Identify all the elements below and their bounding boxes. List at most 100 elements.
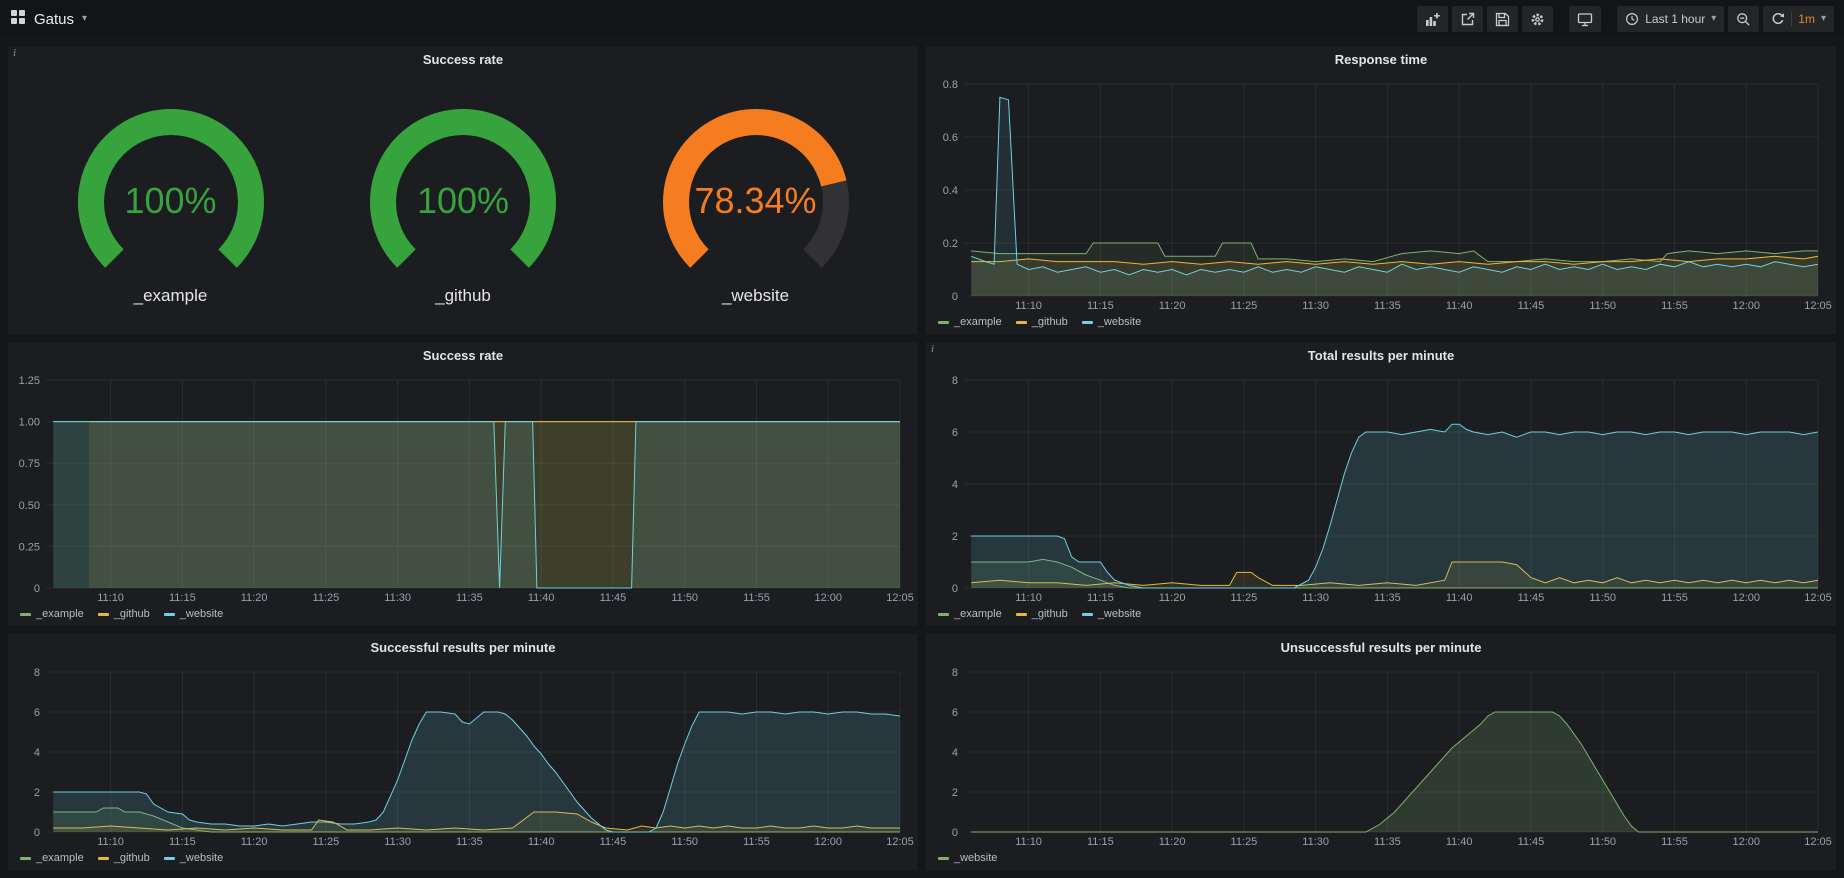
svg-text:11:10: 11:10	[97, 592, 124, 604]
svg-text:12:00: 12:00	[814, 592, 842, 604]
legend-item-website[interactable]: _website	[164, 608, 223, 620]
legend-item-example[interactable]: _example	[20, 852, 84, 864]
panel-response-time: Response time 11:1011:1511:2011:2511:301…	[926, 46, 1836, 334]
time-range-picker[interactable]: Last 1 hour ▾	[1617, 6, 1724, 32]
refresh-divider	[1791, 12, 1792, 26]
dashboards-grid-icon[interactable]	[10, 9, 26, 30]
svg-text:11:45: 11:45	[1518, 836, 1545, 848]
svg-text:11:30: 11:30	[1302, 836, 1329, 848]
panel-info-icon[interactable]: i	[931, 343, 934, 355]
svg-text:11:40: 11:40	[1446, 836, 1473, 848]
legend-swatch	[98, 857, 109, 860]
svg-text:4: 4	[952, 747, 958, 759]
svg-text:11:10: 11:10	[1015, 300, 1042, 312]
svg-text:0.2: 0.2	[943, 238, 958, 250]
chart-legend: _example _github _website	[926, 606, 1836, 626]
legend-label: _website	[1098, 316, 1141, 328]
chart-success-rate: 11:1011:1511:2011:2511:3011:3511:4011:45…	[8, 368, 918, 606]
share-icon	[1460, 12, 1475, 27]
svg-text:11:15: 11:15	[169, 592, 196, 604]
svg-text:11:50: 11:50	[671, 836, 698, 848]
svg-text:11:20: 11:20	[241, 592, 268, 604]
svg-text:11:55: 11:55	[743, 836, 770, 848]
svg-text:11:50: 11:50	[1589, 836, 1616, 848]
panel-header[interactable]: Total results per minute	[926, 342, 1836, 368]
legend-item-github[interactable]: _github	[1016, 608, 1068, 620]
panel-info-icon[interactable]: i	[13, 47, 16, 59]
legend-label: _github	[1032, 316, 1068, 328]
panel-header[interactable]: Success rate	[8, 46, 918, 72]
panel-header[interactable]: Success rate	[8, 342, 918, 368]
legend-item-github[interactable]: _github	[98, 852, 150, 864]
chart-legend: _example _github _website	[8, 606, 918, 626]
time-range-caret-icon: ▾	[1711, 14, 1716, 24]
svg-text:11:35: 11:35	[456, 836, 483, 848]
svg-text:11:25: 11:25	[1231, 836, 1258, 848]
legend-swatch	[938, 321, 949, 324]
legend-item-website[interactable]: _website	[1082, 608, 1141, 620]
svg-text:8: 8	[34, 667, 40, 679]
dashboard-grid: i Success rate 100% _example 100% _githu…	[0, 38, 1844, 878]
svg-text:1.25: 1.25	[19, 375, 40, 387]
gauges-row: 100% _example 100% _github 78.34% _websi…	[8, 72, 918, 334]
svg-text:11:55: 11:55	[1661, 300, 1688, 312]
legend-item-website[interactable]: _website	[938, 852, 997, 864]
legend-item-github[interactable]: _github	[1016, 316, 1068, 328]
share-button[interactable]	[1452, 6, 1483, 32]
legend-item-example[interactable]: _example	[20, 608, 84, 620]
svg-text:11:30: 11:30	[384, 836, 411, 848]
dashboard-title[interactable]: Gatus	[34, 11, 74, 28]
svg-text:12:05: 12:05	[886, 836, 914, 848]
panel-header[interactable]: Response time	[926, 46, 1836, 72]
svg-text:11:30: 11:30	[1302, 300, 1329, 312]
svg-text:1.00: 1.00	[19, 417, 40, 429]
settings-button[interactable]	[1522, 6, 1553, 32]
svg-text:11:45: 11:45	[1518, 592, 1545, 604]
svg-text:11:20: 11:20	[1159, 592, 1186, 604]
svg-text:11:45: 11:45	[600, 592, 627, 604]
svg-text:11:35: 11:35	[1374, 300, 1401, 312]
gauge-website: 78.34% _website	[626, 100, 886, 306]
panel-header[interactable]: Unsuccessful results per minute	[926, 634, 1836, 660]
svg-text:11:40: 11:40	[1446, 300, 1473, 312]
gauge-label: _github	[333, 286, 593, 306]
svg-text:11:55: 11:55	[1661, 592, 1688, 604]
svg-text:0.8: 0.8	[943, 79, 958, 91]
svg-text:2: 2	[952, 531, 958, 543]
dashboard-caret-icon[interactable]: ▾	[82, 14, 87, 24]
refresh-button[interactable]: 1m ▾	[1763, 6, 1834, 32]
legend-item-example[interactable]: _example	[938, 316, 1002, 328]
svg-text:6: 6	[952, 427, 958, 439]
legend-item-website[interactable]: _website	[1082, 316, 1141, 328]
svg-text:0: 0	[34, 583, 40, 595]
svg-text:0: 0	[34, 827, 40, 839]
svg-text:0.50: 0.50	[19, 500, 40, 512]
legend-swatch	[1016, 613, 1027, 616]
legend-swatch	[938, 613, 949, 616]
add-panel-button[interactable]	[1417, 6, 1448, 32]
legend-label: _website	[1098, 608, 1141, 620]
gauge-example: 100% _example	[41, 100, 301, 306]
svg-text:12:00: 12:00	[1732, 836, 1760, 848]
svg-text:11:20: 11:20	[241, 836, 268, 848]
save-icon	[1495, 12, 1510, 27]
chart-unsuccessful-results: 11:1011:1511:2011:2511:3011:3511:4011:45…	[926, 660, 1836, 850]
panel-successful-results: Successful results per minute 11:1011:15…	[8, 634, 918, 870]
legend-item-website[interactable]: _website	[164, 852, 223, 864]
zoom-out-button[interactable]	[1728, 6, 1759, 32]
legend-label: _example	[36, 608, 84, 620]
save-button[interactable]	[1487, 6, 1518, 32]
svg-text:8: 8	[952, 375, 958, 387]
legend-item-example[interactable]: _example	[938, 608, 1002, 620]
legend-label: _example	[954, 608, 1002, 620]
legend-item-github[interactable]: _github	[98, 608, 150, 620]
svg-text:11:35: 11:35	[456, 592, 483, 604]
legend-swatch	[938, 857, 949, 860]
svg-text:6: 6	[34, 707, 40, 719]
svg-text:0: 0	[952, 291, 958, 303]
tv-mode-button[interactable]	[1569, 6, 1601, 32]
panel-header[interactable]: Successful results per minute	[8, 634, 918, 660]
svg-text:12:00: 12:00	[814, 836, 842, 848]
panel-success-rate-gauges: i Success rate 100% _example 100% _githu…	[8, 46, 918, 334]
svg-text:11:25: 11:25	[313, 836, 340, 848]
